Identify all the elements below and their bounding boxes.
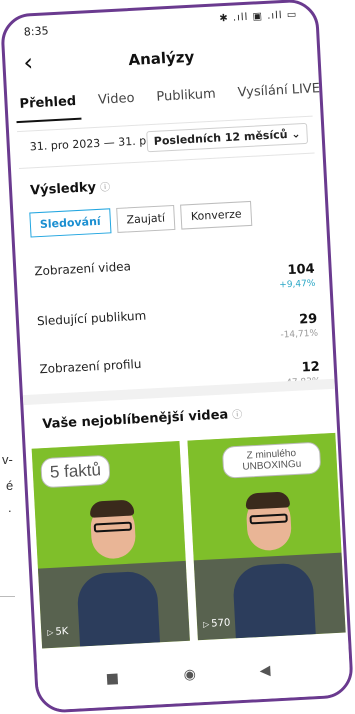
background-text: v- — [2, 452, 13, 467]
home-button[interactable]: ◉ — [183, 666, 196, 683]
results-title: Výsledky ⓘ — [30, 178, 111, 198]
status-time: 8:35 — [23, 24, 49, 39]
metric-value: 104 — [287, 261, 316, 279]
speech-bubble: Z minulého UNBOXINGu — [221, 441, 322, 479]
chevron-down-icon: ⌄ — [290, 127, 301, 141]
metric-row[interactable]: Zobrazení videa 104 +9,47% — [34, 250, 316, 309]
recent-apps-button[interactable]: ■ — [105, 670, 119, 687]
date-range-bar: 31. pro 2023 — 31. pro 2024 Posledních 1… — [17, 115, 315, 170]
system-nav-bar: ■ ◉ ◀ — [36, 640, 351, 711]
period-select-label: Posledních 12 měsíců — [153, 127, 288, 148]
thumbnail-person-hair — [89, 499, 135, 518]
metric-change: +9,47% — [279, 278, 316, 291]
background-line — [0, 596, 15, 597]
video-thumbnail[interactable]: 5 faktů ▷5K — [31, 440, 190, 649]
popular-videos-title-text: Vaše nejoblíbenější videa — [42, 407, 229, 433]
tab-live[interactable]: Vysílání LIVE — [233, 77, 325, 112]
popular-videos-grid: 5 faktů ▷5K Z minulého UNBOXINGu ▷570 — [31, 432, 346, 649]
page-title: Analýzy — [128, 47, 195, 70]
filter-conversion[interactable]: Konverze — [180, 200, 253, 230]
back-button[interactable]: ◀ — [259, 663, 271, 680]
metric-value: 29 — [298, 311, 318, 328]
video-thumbnail[interactable]: Z minulého UNBOXINGu ▷570 — [187, 432, 346, 641]
info-icon[interactable]: ⓘ — [232, 410, 243, 422]
status-icons: ✱ .ıll ▣ .ıll ▭ — [219, 9, 298, 25]
tab-video[interactable]: Video — [94, 87, 140, 119]
play-icon: ▷ — [47, 627, 54, 638]
metric-label: Zobrazení profilu — [39, 356, 142, 377]
filter-views[interactable]: Sledování — [29, 208, 112, 238]
results-title-text: Výsledky — [29, 180, 97, 199]
period-select[interactable]: Posledních 12 měsíců ⌄ — [146, 122, 309, 153]
tab-audience[interactable]: Publikum — [152, 82, 221, 115]
thumbnail-person-body — [76, 570, 160, 647]
metric-change: -14,71% — [280, 328, 319, 341]
metric-label: Sledující publikum — [36, 308, 147, 329]
thumbnail-person-body — [232, 562, 316, 639]
metric-label: Zobrazení videa — [34, 259, 132, 279]
play-icon: ▷ — [202, 619, 210, 629]
metric-filters: Sledování Zaujatí Konverze — [29, 200, 253, 238]
info-icon[interactable]: ⓘ — [100, 182, 111, 194]
view-count-value: 570 — [210, 617, 231, 630]
thumbnail-person-hair — [245, 491, 291, 510]
metric-value: 12 — [301, 359, 321, 376]
view-count: ▷570 — [203, 618, 231, 630]
popular-videos-title: Vaše nejoblíbenější videa ⓘ — [42, 406, 243, 432]
background-text: . — [8, 500, 12, 515]
speech-bubble: 5 faktů — [40, 454, 111, 489]
phone-frame: 8:35 ✱ .ıll ▣ .ıll ▭ ‹ Analýzy Přehled V… — [0, 0, 355, 714]
view-count: ▷5K — [47, 626, 69, 638]
tab-overview[interactable]: Přehled — [15, 89, 82, 124]
filter-engaged[interactable]: Zaujatí — [115, 204, 176, 233]
background-text: é — [6, 478, 14, 493]
app-screen: 8:35 ✱ .ıll ▣ .ıll ▭ ‹ Analýzy Přehled V… — [3, 1, 351, 711]
view-count-value: 5K — [55, 626, 69, 638]
